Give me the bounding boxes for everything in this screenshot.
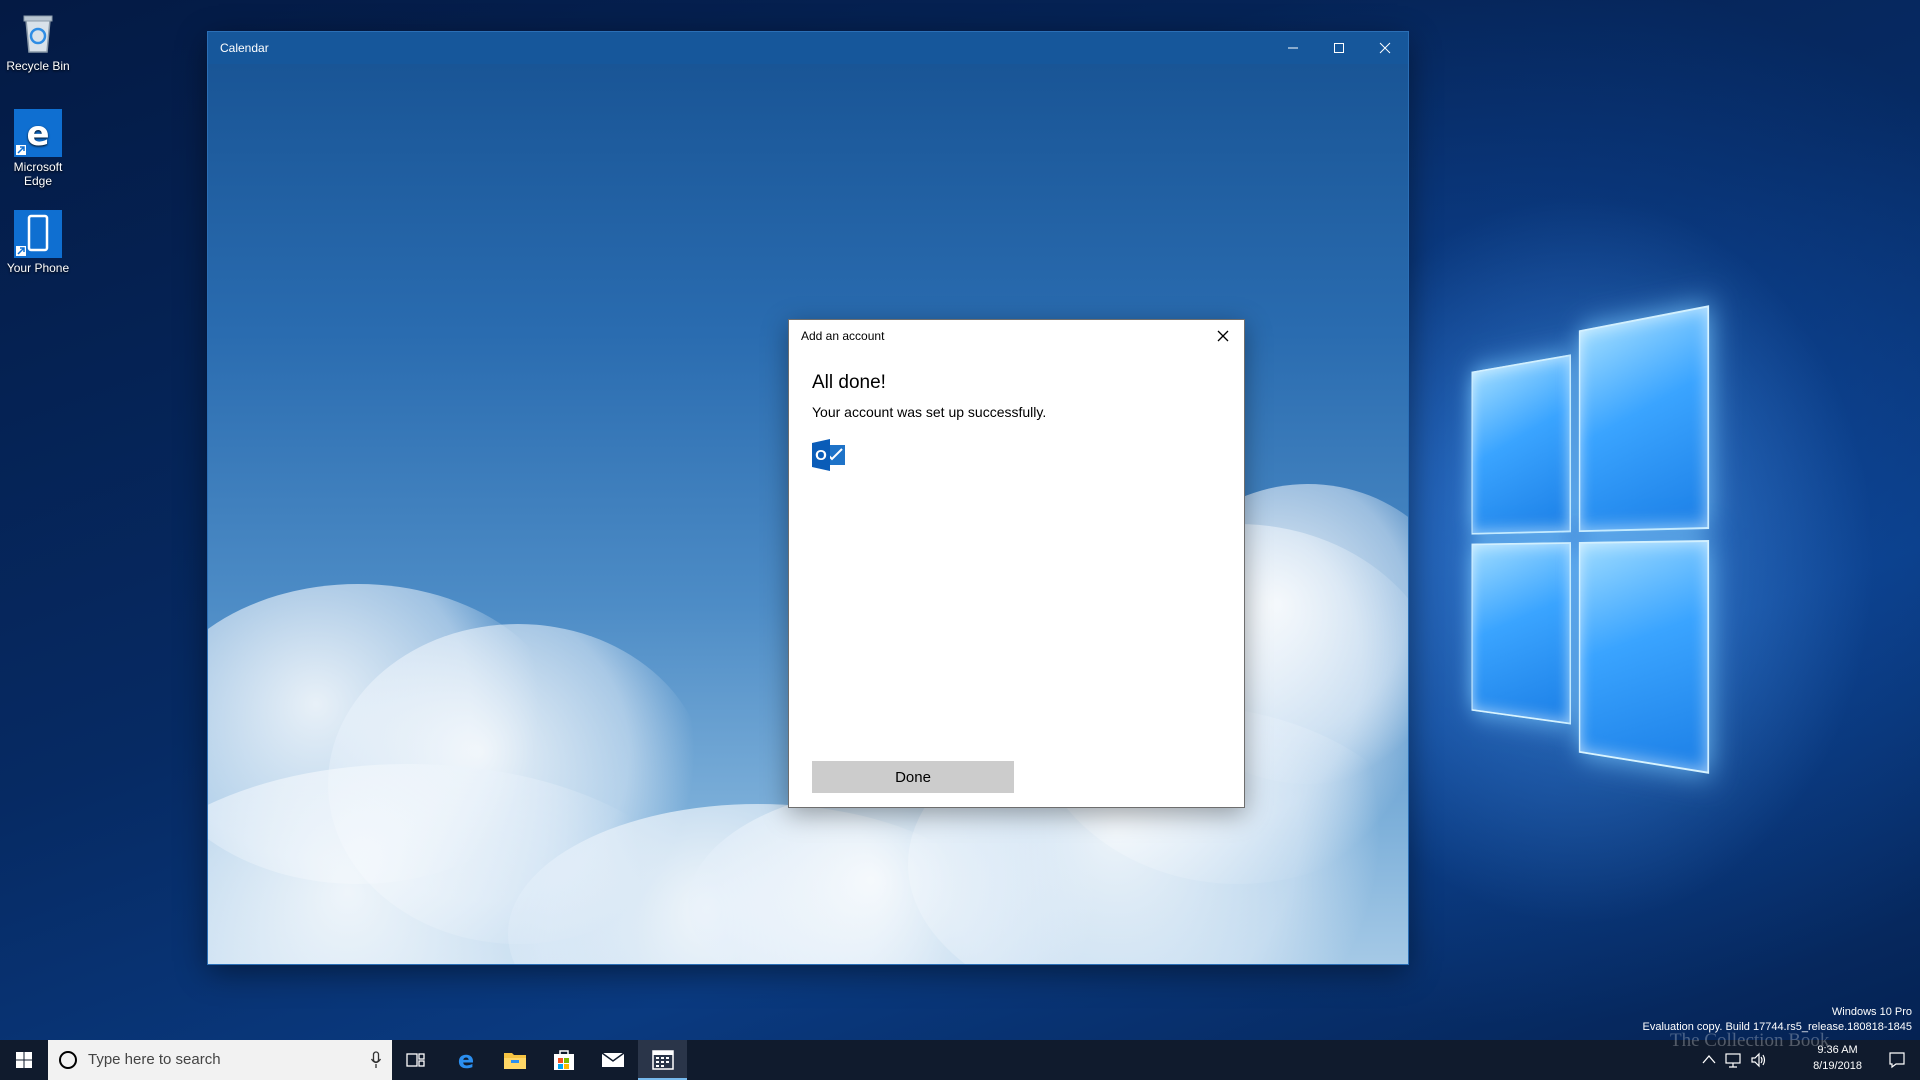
desktop-icon-your-phone[interactable]: Your Phone bbox=[0, 204, 76, 275]
desktop-icon-label: Microsoft Edge bbox=[13, 160, 63, 188]
task-view-button[interactable] bbox=[392, 1040, 440, 1080]
mail-icon bbox=[601, 1052, 625, 1067]
taskbar-edge-button[interactable]: e bbox=[442, 1040, 490, 1080]
cortana-icon bbox=[59, 1051, 77, 1069]
watermark-edition: Windows 10 Pro bbox=[1831, 1006, 1912, 1018]
close-window-button[interactable] bbox=[1362, 32, 1408, 64]
window-title: Calendar bbox=[220, 41, 269, 55]
maximize-icon bbox=[1334, 43, 1344, 53]
search-placeholder: Type here to search bbox=[88, 1051, 221, 1068]
taskbar-mail-button[interactable] bbox=[589, 1040, 637, 1080]
overlay-watermark: The Collection Book bbox=[1670, 1030, 1830, 1051]
file-explorer-icon bbox=[504, 1053, 526, 1069]
dialog-heading: All done! bbox=[812, 372, 886, 393]
maximize-button[interactable] bbox=[1316, 32, 1362, 64]
taskbar: Type here to search e bbox=[0, 1040, 1920, 1080]
desktop: Recycle Bin e Microsoft Edge Your Phone bbox=[0, 0, 1920, 1080]
calendar-background: Add an account All done! Your account wa… bbox=[208, 64, 1408, 964]
calendar-icon bbox=[651, 1050, 674, 1070]
outlook-logo-letter: O bbox=[815, 447, 827, 464]
desktop-icon-edge[interactable]: e Microsoft Edge bbox=[0, 103, 76, 188]
taskbar-file-explorer-button[interactable] bbox=[491, 1040, 539, 1080]
edge-icon: e bbox=[458, 1048, 474, 1072]
windows-start-icon bbox=[16, 1052, 32, 1068]
search-box[interactable]: Type here to search bbox=[48, 1040, 392, 1080]
calendar-window: Calendar Add an account All done! Your a… bbox=[208, 32, 1408, 964]
windows-logo-wallpaper bbox=[1471, 305, 1710, 790]
taskbar-store-button[interactable] bbox=[540, 1040, 588, 1080]
action-center-icon[interactable] bbox=[1888, 1051, 1906, 1069]
edge-icon: e bbox=[14, 109, 62, 157]
dialog-message: Your account was set up successfully. bbox=[812, 404, 1047, 420]
done-button[interactable]: Done bbox=[812, 761, 1014, 793]
taskbar-calendar-button[interactable] bbox=[638, 1040, 687, 1080]
recycle-bin-icon bbox=[14, 8, 62, 56]
add-account-dialog: Add an account All done! Your account wa… bbox=[788, 319, 1245, 808]
volume-icon[interactable] bbox=[1750, 1051, 1768, 1069]
minimize-icon bbox=[1288, 47, 1298, 49]
microphone-icon[interactable] bbox=[370, 1051, 382, 1069]
desktop-icon-label: Your Phone bbox=[6, 261, 70, 275]
dialog-title: Add an account bbox=[801, 329, 885, 343]
minimize-button[interactable] bbox=[1270, 32, 1316, 64]
window-titlebar[interactable]: Calendar bbox=[208, 32, 1408, 64]
clock-date: 8/19/2018 bbox=[1813, 1060, 1862, 1072]
store-icon bbox=[554, 1050, 574, 1070]
svg-text:e: e bbox=[26, 114, 49, 154]
dialog-close-button[interactable] bbox=[1208, 322, 1238, 350]
close-icon bbox=[1217, 330, 1229, 342]
close-icon bbox=[1379, 42, 1391, 54]
svg-text:e: e bbox=[458, 1048, 474, 1072]
network-icon[interactable] bbox=[1724, 1051, 1742, 1069]
phone-icon bbox=[14, 210, 62, 258]
desktop-icon-label: Recycle Bin bbox=[6, 59, 70, 73]
chevron-up-icon[interactable] bbox=[1702, 1054, 1716, 1064]
task-view-icon bbox=[406, 1053, 425, 1067]
start-button[interactable] bbox=[0, 1040, 48, 1080]
desktop-icon-recycle-bin[interactable]: Recycle Bin bbox=[0, 2, 76, 73]
outlook-icon: O bbox=[812, 439, 846, 471]
